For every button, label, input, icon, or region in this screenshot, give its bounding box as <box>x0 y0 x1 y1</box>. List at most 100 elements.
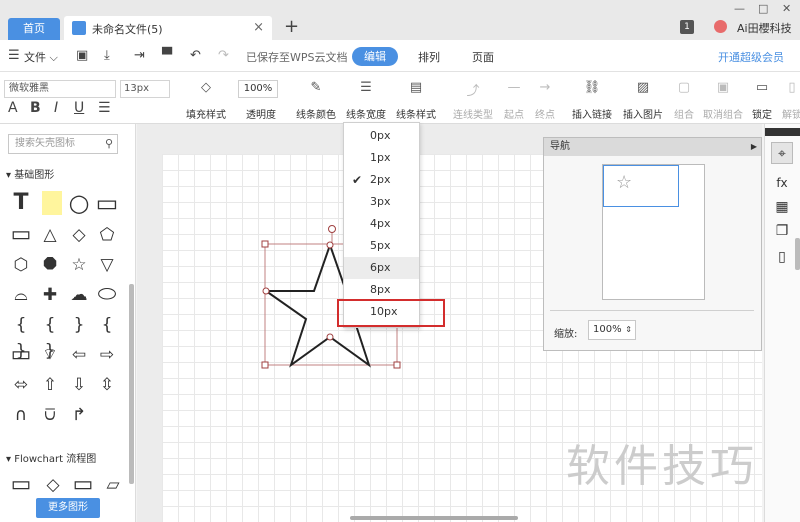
flowchart-decision-icon[interactable]: ◇ <box>40 472 66 498</box>
flowchart-terminator-icon[interactable]: ▭ <box>70 472 96 498</box>
left-arrow-shape-icon[interactable]: ⇦ <box>66 342 92 368</box>
close-window-icon[interactable]: ✕ <box>782 2 791 15</box>
insert-link-button[interactable]: ⛓ 插入链接 <box>572 80 612 121</box>
pages-icon[interactable]: ❐ <box>771 220 793 242</box>
line-width-option[interactable]: 5px <box>344 235 419 257</box>
tab-arrange[interactable]: 排列 <box>418 49 440 65</box>
line-width-option[interactable]: 8px <box>344 279 419 301</box>
line-width-option[interactable]: 1px <box>344 147 419 169</box>
right-arrow-shape-icon[interactable]: ⇨ <box>94 342 120 368</box>
calendar-icon[interactable]: ▦ <box>771 196 793 218</box>
minimize-icon[interactable]: — <box>734 2 745 15</box>
rotate-handle[interactable] <box>328 225 336 233</box>
line-color-button[interactable]: ✎ 线条颜色 <box>296 80 336 121</box>
group-button[interactable]: ▢ 组合 <box>674 80 694 121</box>
download-icon[interactable]: ⤓ <box>104 48 110 63</box>
ellipse-shape-icon[interactable]: ⬭ <box>94 282 120 308</box>
shape-search-input[interactable]: 搜索矢壳图标 ⚲ <box>8 134 118 154</box>
fill-style-button[interactable]: ◇ 填充样式 <box>186 80 226 121</box>
note-shape-icon[interactable] <box>39 190 65 216</box>
up-arrow-shape-icon[interactable]: ⇧ <box>37 372 63 398</box>
flowchart-process-icon[interactable]: ▭ <box>8 472 34 498</box>
u-turn-shape-icon[interactable]: ∩ <box>8 402 34 428</box>
menu-icon[interactable]: ☰ <box>8 48 20 63</box>
start-point-button[interactable]: — 起点 <box>504 80 524 121</box>
page-icon[interactable]: ▯ <box>771 246 793 268</box>
close-tab-icon[interactable]: × <box>253 20 264 35</box>
file-menu[interactable]: 文件 ⌵ <box>24 49 58 65</box>
save-icon[interactable]: ▣ <box>76 48 88 63</box>
navigation-panel-header[interactable]: 导航 ▶ <box>544 138 761 156</box>
double-arrow-shape-icon[interactable]: ⬄ <box>8 372 34 398</box>
redo-icon[interactable]: ↷ <box>218 48 229 63</box>
italic-button[interactable]: I <box>54 100 58 116</box>
star-shape-icon[interactable]: ☆ <box>66 252 92 278</box>
zoom-stepper-icon[interactable]: ⇕ <box>625 321 632 339</box>
left-brace-shape-icon[interactable]: { <box>94 312 120 338</box>
add-tab-button[interactable]: + <box>284 16 299 37</box>
unlock-button[interactable]: ▯ 解锁 <box>782 80 800 121</box>
horizontal-scrollbar[interactable] <box>350 516 518 520</box>
tab-page[interactable]: 页面 <box>472 49 494 65</box>
triangle-shape-icon[interactable]: △ <box>37 222 63 248</box>
line-style-button[interactable]: ▤ 线条样式 <box>396 80 436 121</box>
font-family-select[interactable]: 微软雅黑 <box>4 80 116 98</box>
process-shape-icon[interactable]: ▭ <box>8 342 34 368</box>
navigation-icon[interactable]: ⌖ <box>771 142 793 164</box>
cross-shape-icon[interactable]: ✚ <box>37 282 63 308</box>
export-icon[interactable]: ⇥ <box>134 48 145 63</box>
opacity-input[interactable]: 100% <box>238 80 278 98</box>
bent-arrow-shape-icon[interactable]: ↱ <box>66 402 92 428</box>
flowchart-data-icon[interactable]: ▱ <box>100 472 126 498</box>
section-basic-shapes[interactable]: ▾ 基础图形 <box>6 166 54 181</box>
align-button[interactable]: ☰ <box>98 100 111 116</box>
circle-shape-icon[interactable]: ○ <box>66 190 92 216</box>
right-bracket-shape-icon[interactable]: } <box>66 312 92 338</box>
underline-button[interactable]: U <box>74 100 84 116</box>
tab-home[interactable]: 首页 <box>8 18 60 40</box>
line-width-option[interactable]: 0px <box>344 125 419 147</box>
window-count-badge[interactable]: 1 <box>680 20 694 34</box>
text-shape-icon[interactable]: T <box>8 190 34 216</box>
connection-point-bottom[interactable] <box>326 333 334 341</box>
more-shapes-button[interactable]: 更多图形 <box>36 498 100 518</box>
hexagon-shape-icon[interactable]: ⬡ <box>8 252 34 278</box>
connection-point-left[interactable] <box>262 287 270 295</box>
connection-point-top[interactable] <box>326 241 334 249</box>
line-width-option-selected[interactable]: ✔ 2px <box>344 169 419 191</box>
avatar[interactable] <box>714 20 727 33</box>
pentagon-shape-icon[interactable]: ⬠ <box>94 222 120 248</box>
font-size-select[interactable]: 13px <box>120 80 170 98</box>
right-scrollbar[interactable] <box>795 238 800 270</box>
resize-handle-bottom-right[interactable] <box>393 361 401 369</box>
tab-document[interactable]: 未命名文件(5) × <box>64 16 272 40</box>
rounded-rect-shape-icon[interactable]: ▭ <box>8 222 34 248</box>
resize-handle-bottom-left[interactable] <box>261 361 269 369</box>
line-width-option[interactable]: 4px <box>344 213 419 235</box>
user-name[interactable]: Ai田櫻科技 <box>737 20 792 36</box>
insert-image-button[interactable]: ▨ 插入图片 <box>623 80 663 121</box>
ungroup-button[interactable]: ▣ 取消组合 <box>703 80 743 121</box>
undo-icon[interactable]: ↶ <box>190 48 201 63</box>
trapezoid-shape-icon[interactable]: ▽ <box>94 252 120 278</box>
banner-shape-icon[interactable]: ⌓ <box>8 282 34 308</box>
down-arrow-shape-icon[interactable]: ⇩ <box>66 372 92 398</box>
end-point-button[interactable]: → 终点 <box>535 80 555 121</box>
vertical-double-arrow-shape-icon[interactable]: ⇳ <box>94 372 120 398</box>
line-width-option-hovered[interactable]: 6px <box>344 257 419 279</box>
sidebar-scrollbar[interactable] <box>129 284 134 484</box>
maximize-icon[interactable]: □ <box>758 2 768 15</box>
vip-link[interactable]: 开通超级会员 <box>718 49 784 65</box>
zoom-input[interactable]: 100% ⇕ <box>588 320 636 340</box>
navigation-viewport[interactable]: ☆ <box>603 165 679 207</box>
octagon-shape-icon[interactable]: ⯃ <box>37 252 63 278</box>
formula-icon[interactable]: fx <box>771 172 793 194</box>
brackets-shape-icon[interactable]: { } <box>37 312 63 361</box>
section-flowchart[interactable]: ▾ Flowchart 流程图 <box>6 450 96 465</box>
u-turn-arrow-shape-icon[interactable]: ⩂ <box>37 402 63 428</box>
lock-button[interactable]: ▭ 锁定 <box>752 80 772 121</box>
navigation-preview[interactable]: ☆ <box>602 164 705 300</box>
connector-type-button[interactable]: ⤴ 连线类型 <box>453 80 493 121</box>
cloud-shape-icon[interactable]: ☁ <box>66 282 92 308</box>
collapse-arrow-icon[interactable]: ▶ <box>751 138 757 156</box>
